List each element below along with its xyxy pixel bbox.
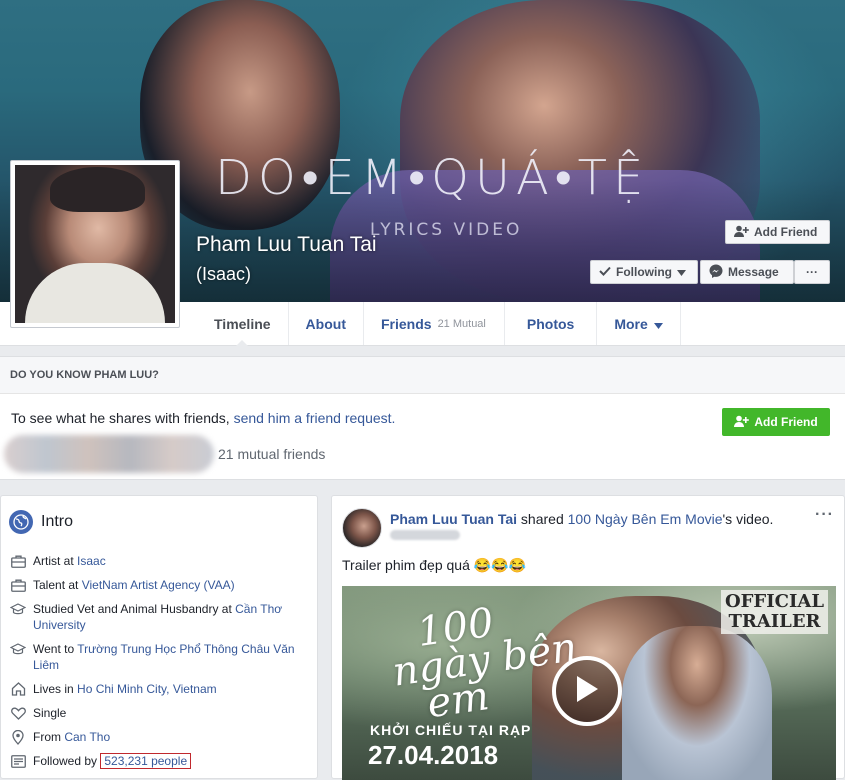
post-action: shared [517, 511, 568, 527]
profile-nav: Timeline About Friends 21 Mutual Photos … [197, 302, 845, 346]
graduation-cap-icon [9, 641, 27, 657]
add-friend-label: Add Friend [754, 225, 818, 239]
intro-row-text: Studied Vet and Animal Husbandry at [33, 602, 236, 616]
intro-row-link[interactable]: Isaac [77, 554, 106, 568]
profile-picture[interactable] [10, 160, 180, 328]
cover-title: DO•EM•QUÁ•TỆ [215, 150, 650, 206]
friend-request-panel: DO YOU KNOW PHAM LUU? To see what he sha… [0, 356, 845, 480]
avatar-hair [50, 167, 145, 212]
home-icon [9, 681, 27, 697]
add-friend-button[interactable]: Add Friend [725, 220, 830, 244]
intro-row-link[interactable]: Ho Chi Minh City, Vietnam [77, 682, 217, 696]
tab-timeline-label: Timeline [214, 315, 271, 332]
post-shared-page[interactable]: 100 Ngày Bên Em Movie [568, 511, 723, 527]
friend-request-header: DO YOU KNOW PHAM LUU? [0, 357, 845, 394]
official-trailer-badge: OFFICIAL TRAILER [720, 590, 828, 634]
intro-row-text: Artist at [33, 554, 78, 568]
send-friend-request-link[interactable]: send him a friend request. [234, 410, 396, 426]
message-label: Message [728, 265, 779, 279]
badge-line-1: OFFICIAL [724, 591, 824, 612]
intro-title: Intro [41, 513, 74, 530]
chevron-down-icon [677, 265, 686, 279]
globe-icon [9, 510, 33, 534]
add-friend-green-button[interactable]: Add Friend [722, 408, 830, 436]
add-friend-icon [734, 225, 749, 240]
intro-row-link[interactable]: VietNam Artist Agency (VAA) [82, 578, 235, 592]
play-icon [574, 674, 600, 709]
tab-more-label: More [614, 315, 648, 332]
chevron-down-icon [653, 316, 663, 332]
intro-row-relationship: Single [9, 705, 303, 721]
badge-line-2: TRAILER [728, 611, 821, 632]
post-author-name[interactable]: Pham Luu Tuan Tai [390, 511, 517, 527]
friend-request-prefix: To see what he shares with friends, [11, 410, 234, 426]
avatar-shirt [25, 263, 165, 323]
post-timestamp-blurred [390, 530, 460, 540]
profile-alternate-name: (Isaac) [196, 264, 252, 284]
release-date: 27.04.2018 [368, 740, 499, 770]
intro-row-education-2: Went to Trường Trung Học Phổ Thông Châu … [9, 641, 303, 673]
intro-card: Intro Artist at Isaac Talent at VietNam … [0, 495, 318, 779]
intro-row-text: Lives in [33, 682, 78, 696]
followers-count-link[interactable]: 523,231 people [100, 753, 192, 769]
timeline-post: Pham Luu Tuan Tai shared 100 Ngày Bên Em… [331, 495, 845, 780]
intro-row-text: Single [33, 706, 67, 720]
rss-icon [9, 753, 27, 769]
graduation-cap-icon [9, 601, 27, 617]
tab-more[interactable]: More [597, 302, 681, 345]
messenger-icon [709, 264, 723, 281]
mutual-friends-avatars[interactable] [4, 435, 214, 473]
add-friend-icon [734, 415, 750, 430]
tab-friends-count: 21 Mutual [437, 317, 486, 330]
check-icon [599, 265, 611, 279]
video-player[interactable]: OFFICIAL TRAILER 100 ngày bên em KHỞI CH… [342, 586, 836, 780]
cover-subtitle: LYRICS VIDEO [370, 220, 523, 240]
intro-row-text: From [33, 730, 65, 744]
profile-name[interactable]: Pham Luu Tuan Tai [196, 233, 377, 257]
following-label: Following [616, 265, 672, 279]
more-options-button[interactable]: ··· [794, 260, 830, 284]
video-couple-right [622, 626, 772, 780]
following-button[interactable]: Following [590, 260, 698, 284]
tab-photos[interactable]: Photos [505, 302, 598, 345]
heart-icon [9, 705, 27, 721]
intro-row-link[interactable]: Can Tho [64, 730, 110, 744]
tab-about[interactable]: About [289, 302, 364, 345]
post-action-suffix: 's video. [722, 511, 774, 527]
intro-row-lives: Lives in Ho Chi Minh City, Vietnam [9, 681, 303, 697]
intro-row-hometown: From Can Tho [9, 729, 303, 745]
intro-row-text: Talent at [33, 578, 82, 592]
briefcase-icon [9, 553, 27, 569]
tab-friends-label: Friends [380, 315, 432, 332]
mutual-friends-count[interactable]: 21 mutual friends [218, 446, 325, 462]
intro-row-education-1: Studied Vet and Animal Husbandry at Cần … [9, 601, 303, 633]
intro-header: Intro [9, 510, 73, 534]
intro-row-followers: Followed by 523,231 people [9, 753, 303, 769]
profile-picture-image [15, 165, 175, 323]
post-options-button[interactable]: ··· [815, 506, 834, 524]
tab-timeline[interactable]: Timeline [197, 302, 289, 346]
intro-row-text: Went to [33, 642, 78, 656]
release-label: KHỞI CHIẾU TẠI RẠP [370, 722, 532, 738]
post-text: Trailer phim đẹp quá 😂😂😂 [342, 557, 527, 573]
intro-row-text: Followed by [33, 754, 101, 768]
intro-row-work-1: Artist at Isaac [9, 553, 303, 569]
add-friend-green-label: Add Friend [754, 415, 818, 429]
play-button[interactable] [552, 656, 622, 726]
tab-about-label: About [305, 315, 346, 332]
post-author-avatar[interactable] [342, 508, 382, 548]
tab-friends[interactable]: Friends 21 Mutual [364, 302, 505, 345]
briefcase-icon [9, 577, 27, 593]
intro-row-work-2: Talent at VietNam Artist Agency (VAA) [9, 577, 303, 593]
tab-photos-label: Photos [526, 315, 575, 332]
message-button[interactable]: Message [700, 260, 794, 284]
friend-request-text: To see what he shares with friends, send… [11, 410, 395, 426]
location-pin-icon [9, 729, 27, 745]
post-header: Pham Luu Tuan Tai shared 100 Ngày Bên Em… [390, 511, 810, 527]
